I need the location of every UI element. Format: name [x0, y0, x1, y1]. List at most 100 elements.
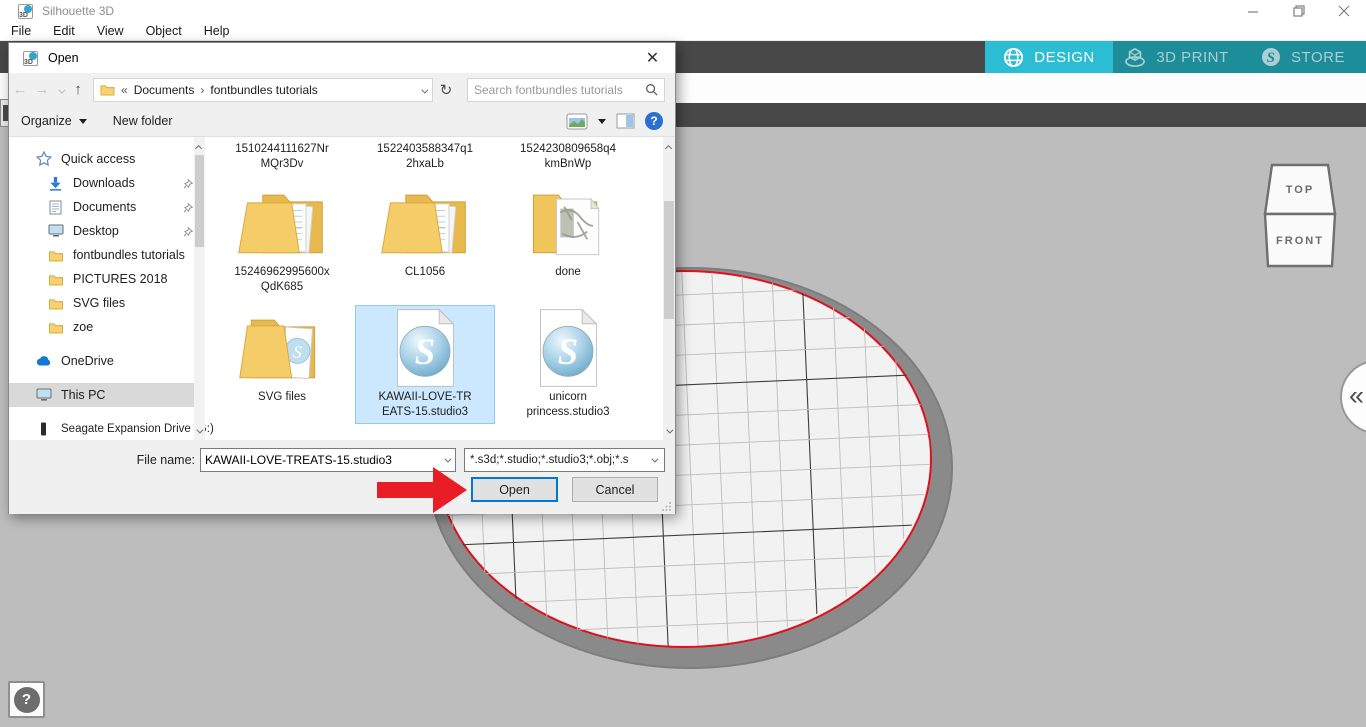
- view-cube-front-label: FRONT: [1276, 235, 1324, 247]
- file-tile-studio3-selected[interactable]: S KAWAII-LOVE-TR EATS-15.studio3: [355, 305, 495, 424]
- sidebar-item-svg-files[interactable]: SVG files: [9, 291, 205, 315]
- view-cube: TOP FRONT: [1263, 163, 1337, 268]
- sidebar-label: Desktop: [73, 224, 119, 238]
- open-folder-icon: [238, 194, 323, 254]
- open-folder-icon: [381, 194, 466, 254]
- file-type-combo[interactable]: *.s3d;*.studio;*.studio3;*.obj;*.s: [464, 448, 665, 472]
- sidebar-scrollbar[interactable]: [194, 137, 205, 440]
- breadcrumb-collapsed[interactable]: «: [121, 83, 128, 97]
- recent-locations-chevron[interactable]: [53, 83, 67, 97]
- file-row-clipped: 1510244111627Nr MQr3Dv 1522403588347q1 2…: [213, 140, 661, 175]
- annotation-arrow-to-open: [377, 467, 467, 513]
- open-button[interactable]: Open: [471, 477, 558, 502]
- open-folder-photo-icon: [532, 194, 600, 256]
- breadcrumb[interactable]: « Documents › fontbundles tutorials: [93, 77, 433, 102]
- organize-label: Organize: [21, 114, 72, 128]
- search-input[interactable]: [474, 82, 645, 97]
- sidebar-scrollbar-thumb[interactable]: [195, 155, 204, 247]
- file-tile[interactable]: 1524230809658q4 kmBnWp: [499, 140, 637, 175]
- tab-store[interactable]: S STORE: [1240, 41, 1366, 73]
- dialog-help-icon[interactable]: ?: [645, 112, 663, 130]
- monitor-icon: [35, 387, 52, 403]
- sidebar-label: Documents: [73, 200, 137, 214]
- file-name: 15246962995600x QdK685: [234, 266, 330, 293]
- file-tile[interactable]: 1522403588347q1 2hxaLb: [356, 140, 494, 175]
- dialog-titlebar: 3D Open ✕: [9, 43, 675, 73]
- external-drive-icon: [35, 421, 52, 437]
- sidebar-item-this-pc[interactable]: This PC: [9, 383, 205, 407]
- tab-3d-print[interactable]: 3D PRINT: [1113, 41, 1240, 73]
- file-tile-folder[interactable]: CL1056: [356, 181, 494, 298]
- sidebar-item-desktop[interactable]: Desktop: [9, 219, 205, 243]
- forward-button[interactable]: →: [31, 81, 53, 98]
- back-button[interactable]: ←: [9, 81, 31, 98]
- breadcrumb-separator: ›: [200, 82, 205, 97]
- monitor-icon: [47, 223, 64, 239]
- view-dropdown-arrow-icon[interactable]: [598, 118, 606, 124]
- sidebar-item-seagate-drive[interactable]: Seagate Expansion Drive (G:): [9, 417, 214, 441]
- cancel-button[interactable]: Cancel: [572, 477, 658, 502]
- preview-pane-icon[interactable]: [616, 113, 635, 129]
- file-name-dropdown-chevron[interactable]: [437, 455, 455, 463]
- breadcrumb-current[interactable]: fontbundles tutorials: [210, 83, 317, 97]
- sidebar-item-onedrive[interactable]: OneDrive: [9, 349, 205, 373]
- file-tile-studio3[interactable]: S unicorn princess.studio3: [499, 306, 637, 423]
- file-tile-folder[interactable]: S SVG files: [213, 306, 351, 423]
- pin-icon: [183, 226, 194, 240]
- folder-icon: [47, 319, 64, 335]
- sidebar-label: Seagate Expansion Drive (G:): [61, 423, 214, 435]
- tab-store-label: STORE: [1291, 48, 1345, 66]
- download-icon: [47, 175, 64, 191]
- help-button[interactable]: ?: [8, 681, 45, 718]
- file-name: 1510244111627Nr MQr3Dv: [235, 143, 329, 170]
- svg-text:S: S: [1267, 50, 1276, 66]
- breadcrumb-dropdown-chevron[interactable]: [421, 83, 429, 97]
- file-name-input[interactable]: [201, 453, 437, 467]
- globe-icon: [1004, 47, 1024, 67]
- resize-grip[interactable]: [662, 501, 672, 511]
- file-tile-folder[interactable]: done: [499, 181, 637, 298]
- store-s-icon: S: [1262, 48, 1281, 66]
- svg-text:S: S: [558, 331, 578, 372]
- file-tile-folder[interactable]: 15246962995600x QdK685: [213, 181, 351, 298]
- dialog-body: Quick access Downloads Documents Desktop…: [9, 137, 675, 440]
- folder-icon: [100, 85, 115, 96]
- file-name: 1524230809658q4 kmBnWp: [520, 143, 616, 170]
- tab-design[interactable]: DESIGN: [985, 41, 1113, 73]
- cloud-icon: [35, 353, 52, 369]
- search-icon: [646, 84, 658, 96]
- file-name: SVG files: [258, 391, 306, 403]
- 3d-print-icon: [1125, 47, 1146, 67]
- up-button[interactable]: ↑: [67, 81, 89, 98]
- sidebar-label: PICTURES 2018: [73, 272, 168, 286]
- new-folder-button[interactable]: New folder: [113, 114, 173, 128]
- sidebar-item-downloads[interactable]: Downloads: [9, 171, 205, 195]
- file-list-scrollbar[interactable]: [663, 137, 675, 440]
- nav-pane: Quick access Downloads Documents Desktop…: [9, 137, 214, 441]
- open-dialog: 3D Open ✕ ← → ↑ « Documents › fontbundle…: [8, 42, 676, 514]
- file-name: CL1056: [404, 266, 446, 278]
- file-list-scrollbar-thumb[interactable]: [664, 201, 674, 319]
- pin-icon: [183, 202, 194, 216]
- sidebar-item-documents[interactable]: Documents: [9, 195, 205, 219]
- sidebar-label: SVG files: [73, 296, 126, 310]
- organize-menu[interactable]: Organize: [21, 114, 87, 128]
- sidebar-item-pictures-2018[interactable]: PICTURES 2018: [9, 267, 205, 291]
- open-folder-pages-icon: S: [239, 319, 316, 380]
- file-name: unicorn princess.studio3: [526, 391, 610, 418]
- new-folder-label: New folder: [112, 114, 173, 128]
- folder-icon: [47, 295, 64, 311]
- file-tile[interactable]: 1510244111627Nr MQr3Dv: [213, 140, 351, 175]
- dialog-close-button[interactable]: ✕: [630, 43, 675, 73]
- svg-text:S: S: [415, 331, 435, 372]
- sidebar-label: zoe: [73, 320, 94, 334]
- sidebar-item-quick-access[interactable]: Quick access: [9, 147, 205, 171]
- breadcrumb-documents[interactable]: Documents: [134, 83, 195, 97]
- file-list: 1510244111627Nr MQr3Dv 1522403588347q1 2…: [205, 137, 675, 440]
- refresh-button[interactable]: ↻: [433, 78, 459, 102]
- view-cube-top-label: TOP: [1286, 184, 1314, 196]
- change-view-icon[interactable]: [566, 113, 588, 130]
- sidebar-item-fontbundles-tutorials[interactable]: fontbundles tutorials: [9, 243, 205, 267]
- sidebar-item-zoe[interactable]: zoe: [9, 315, 205, 339]
- folder-icon: [47, 271, 64, 287]
